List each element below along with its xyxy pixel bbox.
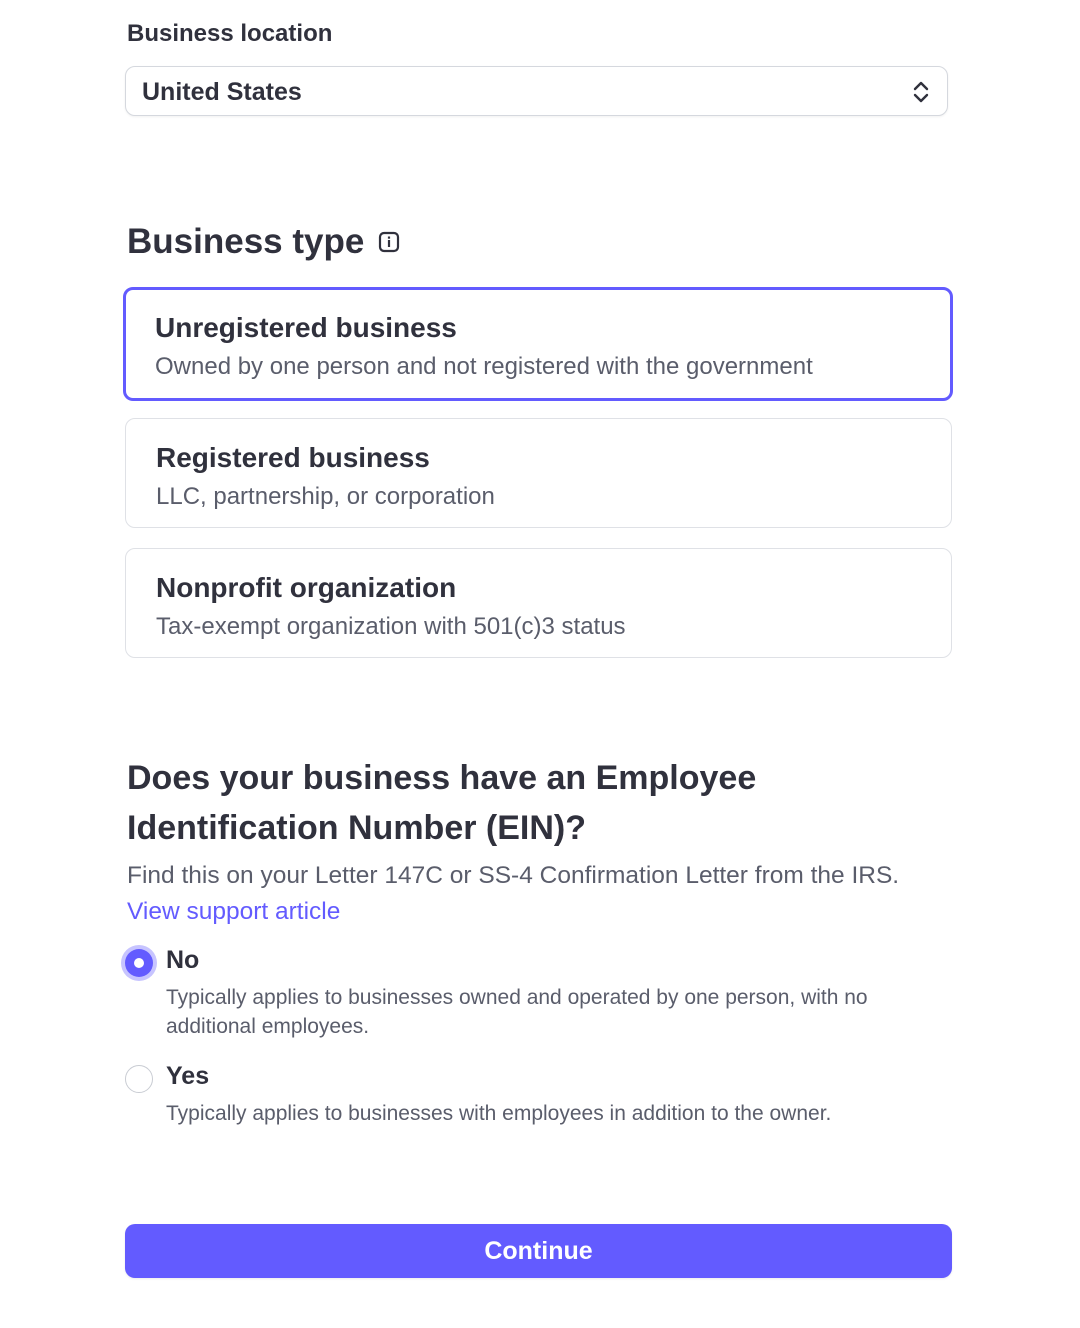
support-article-link[interactable]: View support article bbox=[127, 898, 340, 926]
business-location-value: United States bbox=[142, 78, 302, 106]
info-icon[interactable] bbox=[378, 231, 400, 253]
radio-button[interactable] bbox=[125, 1065, 153, 1093]
radio-button-checked[interactable] bbox=[125, 949, 153, 977]
business-location-label: Business location bbox=[127, 20, 333, 47]
ein-help-text: Find this on your Letter 147C or SS-4 Co… bbox=[127, 862, 900, 889]
radio-description: Typically applies to businesses owned an… bbox=[166, 986, 868, 1038]
business-type-option-registered[interactable]: Registered business LLC, partnership, or… bbox=[125, 418, 952, 528]
business-location-select[interactable]: United States bbox=[125, 66, 948, 116]
option-description: LLC, partnership, or corporation bbox=[156, 483, 495, 510]
option-title: Registered business bbox=[156, 442, 430, 473]
continue-button[interactable]: Continue bbox=[125, 1224, 952, 1278]
option-description: Owned by one person and not registered w… bbox=[155, 353, 813, 380]
chevron-up-down-icon bbox=[913, 81, 929, 103]
radio-description: Typically applies to businesses with emp… bbox=[166, 1102, 832, 1125]
business-type-heading-text: Business type bbox=[127, 222, 365, 261]
option-title: Nonprofit organization bbox=[156, 572, 457, 603]
business-type-option-nonprofit[interactable]: Nonprofit organization Tax-exempt organi… bbox=[125, 548, 952, 658]
radio-label: Yes bbox=[166, 1062, 210, 1090]
business-type-option-unregistered[interactable]: Unregistered business Owned by one perso… bbox=[123, 287, 953, 401]
radio-label: No bbox=[166, 946, 200, 974]
business-type-heading: Business type bbox=[127, 222, 400, 262]
option-title: Unregistered business bbox=[155, 312, 457, 343]
ein-heading: Does your business have an Employee Iden… bbox=[127, 759, 757, 847]
option-description: Tax-exempt organization with 501(c)3 sta… bbox=[156, 613, 626, 640]
